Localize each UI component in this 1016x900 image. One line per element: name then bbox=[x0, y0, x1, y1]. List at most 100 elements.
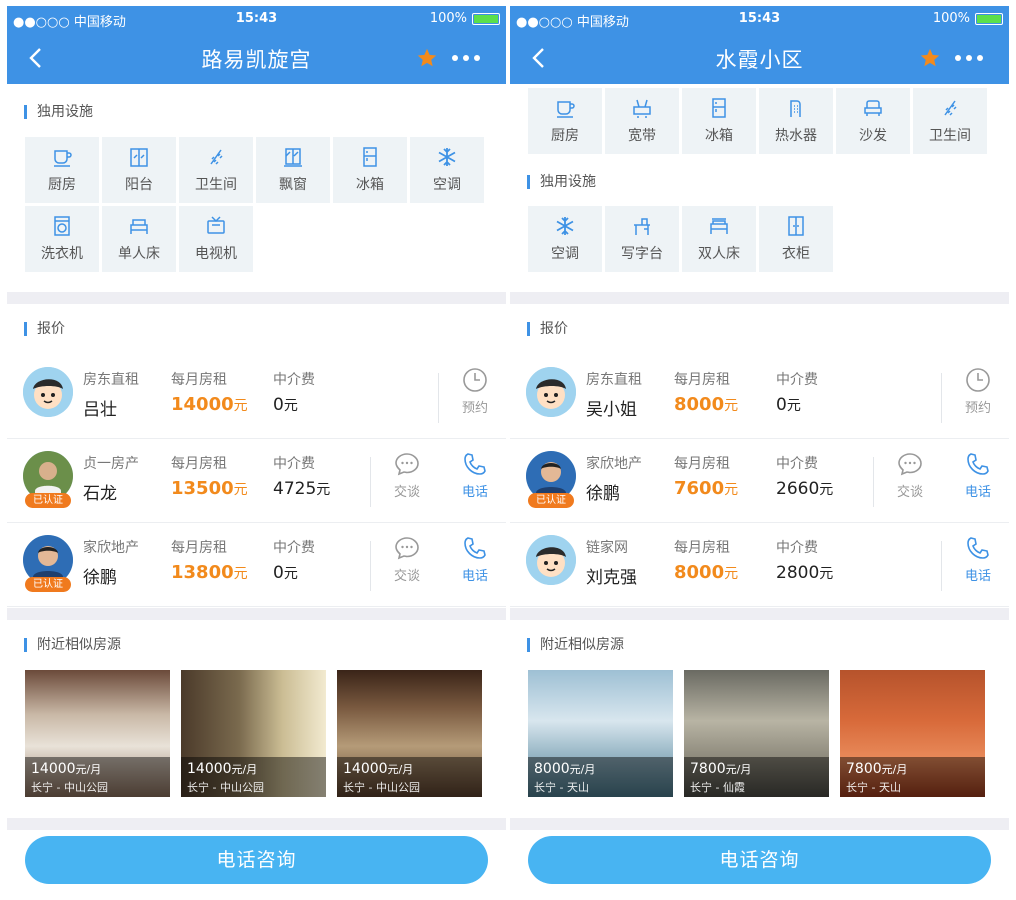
facilities-title: 独用设施 bbox=[510, 172, 1009, 192]
listing-price: 14000元/月 bbox=[187, 761, 258, 777]
action-label: 电话 bbox=[461, 485, 488, 500]
quote-row[interactable]: 已认证 家欣地产 徐鹏 每月房租 13800元 中介费 0元 交谈 电话 bbox=[7, 523, 506, 607]
clock-icon bbox=[966, 368, 990, 392]
facility-tile: 卫生间 bbox=[179, 137, 253, 203]
window-icon bbox=[284, 148, 302, 167]
status-bar: ●●○○○ 中国移动 15:43 100% bbox=[7, 11, 506, 30]
desk-icon bbox=[634, 218, 650, 235]
quote-row[interactable]: 房东直租 吕壮 每月房租 14000元 中介费 0元 预约 bbox=[7, 355, 506, 439]
divider bbox=[941, 373, 942, 423]
section-divider bbox=[510, 818, 1009, 830]
quote-row[interactable]: 已认证 贞一房产 石龙 每月房租 13500元 中介费 4725元 交谈 电话 bbox=[7, 439, 506, 523]
quote-row[interactable]: 房东直租 吴小姐 每月房租 8000元 中介费 0元 预约 bbox=[510, 355, 1009, 439]
facility-label: 卫生间 bbox=[929, 128, 971, 144]
source-label: 房东直租 bbox=[83, 372, 139, 388]
more-menu-icon[interactable] bbox=[452, 55, 480, 61]
facility-label: 冰箱 bbox=[356, 177, 384, 193]
chat-button[interactable]: 交谈 bbox=[387, 451, 427, 500]
nearby-listing-card[interactable]: 7800元/月 长宁 - 天山 bbox=[840, 670, 985, 797]
facility-tile: 洗衣机 bbox=[25, 206, 99, 272]
app-header: ●●○○○ 中国移动 15:43 100% 水霞小区 bbox=[510, 6, 1009, 84]
wardrobe-icon bbox=[788, 216, 804, 236]
agent-name: 石龙 bbox=[83, 484, 117, 504]
nearby-listing-card[interactable]: 7800元/月 长宁 - 仙霞 bbox=[684, 670, 829, 797]
facility-tile: 厨房 bbox=[25, 137, 99, 203]
status-bar: ●●○○○ 中国移动 15:43 100% bbox=[510, 11, 1009, 30]
favorite-star-icon[interactable] bbox=[919, 47, 941, 69]
rent-price: 8000元 bbox=[674, 562, 739, 583]
facility-tile: 飘窗 bbox=[256, 137, 330, 203]
fee-label: 中介费 bbox=[273, 456, 315, 472]
fridge-icon bbox=[363, 147, 377, 167]
action-label: 电话 bbox=[461, 569, 488, 584]
section-divider bbox=[510, 292, 1009, 304]
appointment-button[interactable]: 预约 bbox=[455, 367, 495, 416]
action-label: 预约 bbox=[461, 401, 488, 416]
appointment-button[interactable]: 预约 bbox=[958, 367, 998, 416]
facility-label: 飘窗 bbox=[279, 177, 307, 193]
facility-tile: 双人床 bbox=[682, 206, 756, 272]
more-menu-icon[interactable] bbox=[955, 55, 983, 61]
action-label: 电话 bbox=[964, 485, 991, 500]
facility-label: 厨房 bbox=[551, 128, 579, 144]
nearby-listing-card[interactable]: 14000元/月 长宁 - 中山公园 bbox=[337, 670, 482, 797]
action-label: 交谈 bbox=[393, 485, 420, 500]
source-label: 家欣地产 bbox=[83, 540, 139, 556]
chat-button[interactable]: 交谈 bbox=[890, 451, 930, 500]
nav-bar: 水霞小区 bbox=[510, 38, 1009, 78]
fee-label: 中介费 bbox=[776, 372, 818, 388]
facility-tile: 卫生间 bbox=[913, 88, 987, 154]
rent-price: 13500元 bbox=[171, 478, 248, 499]
shared-facilities-grid: 厨房 宽带 冰箱 热水器 沙发 卫生间 bbox=[528, 88, 987, 154]
facilities-grid: 厨房 阳台 卫生间 飘窗 冰箱 空调 洗衣机 单人床 电视机 bbox=[25, 137, 484, 272]
chat-button[interactable]: 交谈 bbox=[387, 535, 427, 584]
phone-icon bbox=[464, 537, 486, 559]
phone-button[interactable]: 电话 bbox=[958, 451, 998, 500]
listing-location: 长宁 - 天山 bbox=[534, 781, 589, 794]
agent-name: 吴小姐 bbox=[586, 400, 637, 420]
section-divider bbox=[7, 608, 506, 620]
snowflake-icon bbox=[438, 148, 456, 166]
section-divider bbox=[7, 292, 506, 304]
nearby-listing-card[interactable]: 14000元/月 长宁 - 中山公园 bbox=[181, 670, 326, 797]
facility-tile: 空调 bbox=[410, 137, 484, 203]
action-label: 电话 bbox=[964, 569, 991, 584]
battery-icon bbox=[472, 12, 500, 25]
agent-name: 徐鹏 bbox=[83, 568, 117, 588]
facility-tile: 宽带 bbox=[605, 88, 679, 154]
verified-badge: 已认证 bbox=[25, 493, 71, 508]
agent-name: 徐鹏 bbox=[586, 484, 620, 504]
listing-location: 长宁 - 中山公园 bbox=[187, 781, 264, 794]
facility-label: 宽带 bbox=[628, 128, 656, 144]
phone-button[interactable]: 电话 bbox=[958, 535, 998, 584]
source-label: 链家网 bbox=[586, 540, 628, 556]
heater-icon bbox=[790, 100, 801, 117]
section-divider bbox=[510, 608, 1009, 620]
rent-price: 14000元 bbox=[171, 394, 248, 415]
quote-row[interactable]: 已认证 家欣地产 徐鹏 每月房租 7600元 中介费 2660元 交谈 电话 bbox=[510, 439, 1009, 523]
rent-price: 7600元 bbox=[674, 478, 739, 499]
phone-button[interactable]: 电话 bbox=[455, 535, 495, 584]
call-consult-button[interactable]: 电话咨询 bbox=[528, 836, 991, 884]
verified-badge: 已认证 bbox=[528, 493, 574, 508]
rent-label: 每月房租 bbox=[674, 456, 730, 472]
divider bbox=[370, 541, 371, 591]
facility-label: 卫生间 bbox=[195, 177, 237, 193]
rent-label: 每月房租 bbox=[674, 372, 730, 388]
chat-icon bbox=[898, 453, 922, 476]
facility-tile: 热水器 bbox=[759, 88, 833, 154]
listing-price: 8000元/月 bbox=[534, 761, 596, 777]
quote-row[interactable]: 链家网 刘克强 每月房租 8000元 中介费 2800元 电话 bbox=[510, 523, 1009, 607]
nearby-listing-card[interactable]: 8000元/月 长宁 - 天山 bbox=[528, 670, 673, 797]
listing-price: 14000元/月 bbox=[31, 761, 102, 777]
avatar bbox=[526, 367, 576, 417]
bed-icon bbox=[130, 219, 148, 234]
favorite-star-icon[interactable] bbox=[416, 47, 438, 69]
facility-label: 厨房 bbox=[48, 177, 76, 193]
call-consult-button[interactable]: 电话咨询 bbox=[25, 836, 488, 884]
facility-tile: 厨房 bbox=[528, 88, 602, 154]
phone-button[interactable]: 电话 bbox=[455, 451, 495, 500]
nearby-listing-card[interactable]: 14000元/月 长宁 - 中山公园 bbox=[25, 670, 170, 797]
action-label: 交谈 bbox=[896, 485, 923, 500]
facility-label: 空调 bbox=[433, 177, 461, 193]
